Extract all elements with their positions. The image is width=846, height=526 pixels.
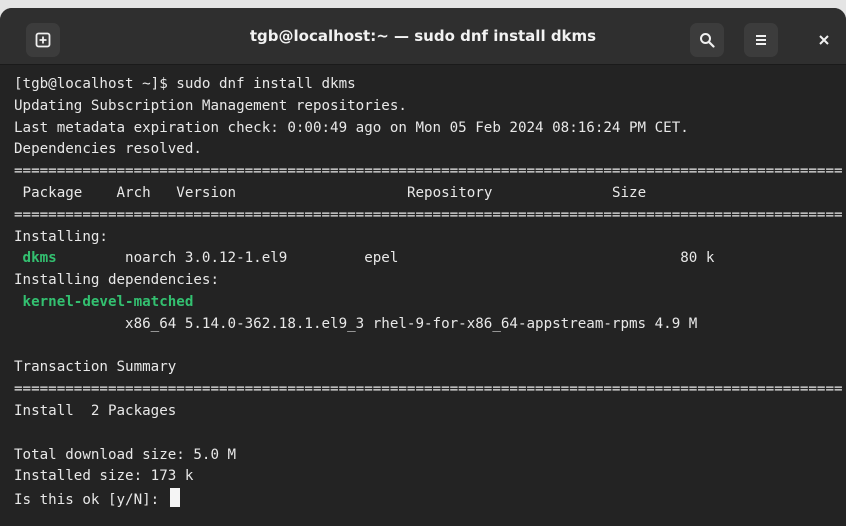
install-count: Install 2 Packages (14, 402, 177, 419)
separator-line: ========================================… (14, 381, 843, 398)
confirm-line: Is this ok [y/N]: (14, 488, 840, 510)
close-button[interactable] (808, 23, 840, 57)
separator-line: ========================================… (14, 206, 843, 223)
command-line: [tgb@localhost ~]$ sudo dnf install dkms (14, 76, 356, 92)
section-label: Installing: (14, 228, 108, 245)
terminal-window: tgb@localhost:~ — sudo dnf install dkms … (0, 8, 846, 526)
section-label: Transaction Summary (14, 359, 177, 376)
header-version: Version (150, 184, 237, 201)
table-header: Package Arch Version Repository Size (14, 183, 840, 205)
header-arch: Arch (82, 184, 151, 201)
new-tab-button[interactable] (26, 23, 60, 57)
package-name: dkms (14, 250, 57, 267)
package-details: noarch 3.0.12-1.el9 epel 80 k (56, 250, 715, 267)
package-name: kernel-devel-matched (14, 293, 194, 310)
search-icon (700, 33, 715, 48)
installed-size: Installed size: 173 k (14, 468, 194, 485)
output-line: Updating Subscription Management reposit… (14, 97, 407, 114)
menu-button[interactable] (744, 23, 778, 57)
header-size: Size (492, 184, 647, 201)
header-repository: Repository (236, 184, 493, 201)
table-row: dkms noarch 3.0.12-1.el9 epel 80 k (14, 248, 840, 270)
new-tab-icon (35, 32, 51, 48)
search-button[interactable] (690, 23, 724, 57)
hamburger-menu-icon (756, 35, 766, 45)
output-line: Last metadata expiration check: 0:00:49 … (14, 119, 689, 136)
terminal-output[interactable]: [tgb@localhost ~]$ sudo dnf install dkms… (14, 74, 843, 526)
title-bar: tgb@localhost:~ — sudo dnf install dkms (0, 8, 846, 65)
text-cursor[interactable] (169, 488, 180, 508)
close-icon (819, 35, 829, 45)
header-package: Package (14, 184, 83, 201)
package-details: x86_64 5.14.0-362.18.1.el9_3 rhel-9-for-… (14, 315, 698, 332)
section-label: Installing dependencies: (14, 272, 219, 289)
table-row: kernel-devel-matched (14, 292, 840, 314)
output-line: Dependencies resolved. (14, 141, 202, 158)
confirm-prompt: Is this ok [y/N]: (14, 492, 168, 509)
separator-line: ========================================… (14, 163, 843, 180)
download-size: Total download size: 5.0 M (14, 446, 237, 463)
